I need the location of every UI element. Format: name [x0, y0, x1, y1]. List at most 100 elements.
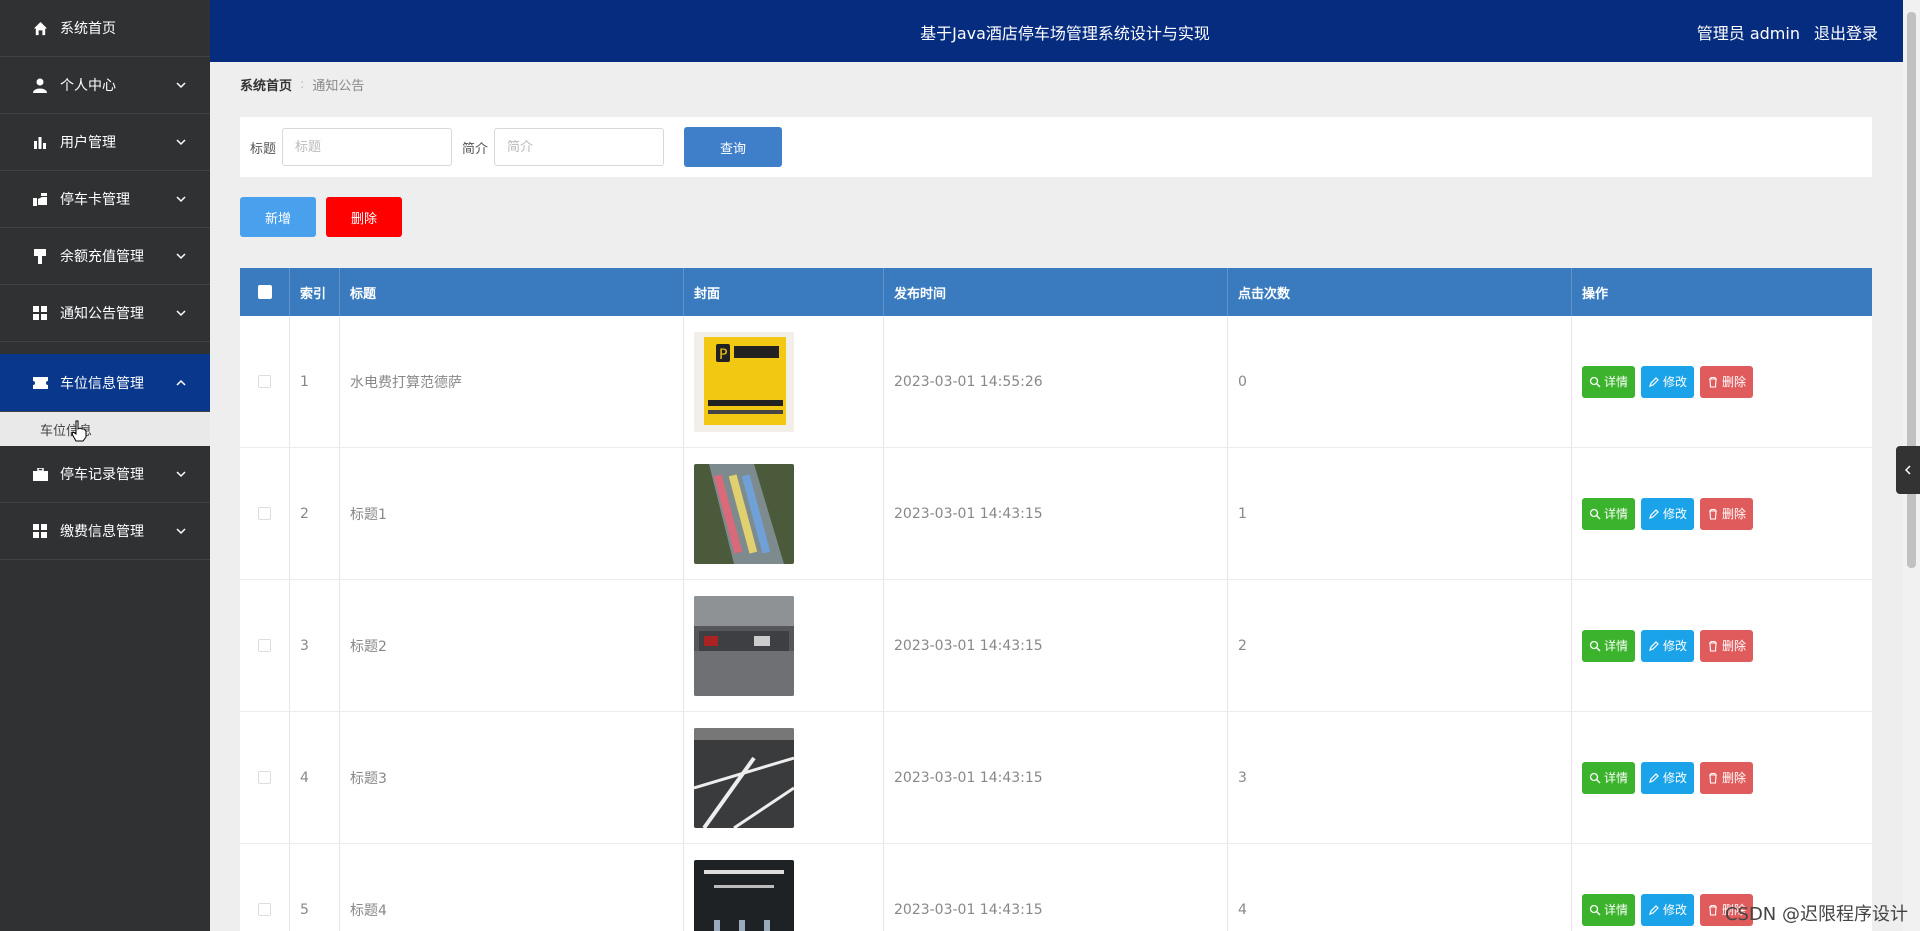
row-clicks: 3 [1228, 712, 1572, 843]
pencil-icon [1649, 772, 1659, 783]
pencil-icon [1649, 508, 1659, 519]
trash-icon [1709, 376, 1718, 388]
row-time: 2023-03-01 14:55:26 [884, 316, 1228, 447]
select-all-checkbox[interactable] [257, 285, 272, 299]
row-time: 2023-03-01 14:43:15 [884, 580, 1228, 711]
row-index: 4 [290, 712, 340, 843]
chevron-up-icon [176, 379, 186, 386]
header-cover: 封面 [684, 268, 884, 316]
row-title: 水电费打算范德萨 [340, 316, 684, 447]
detail-button[interactable]: 详情 [1582, 365, 1636, 398]
search-icon [1589, 904, 1601, 915]
bar-chart-icon [32, 134, 48, 150]
search-icon [1589, 772, 1601, 783]
cover-image [694, 595, 794, 696]
chevron-down-icon [176, 82, 186, 89]
add-button[interactable]: 新增 [240, 197, 316, 237]
delete-button[interactable]: 删除 [1700, 497, 1754, 530]
chevron-down-icon [176, 253, 186, 260]
user-label: 管理员 admin [1696, 24, 1800, 43]
sidebar-item-label: 车位信息管理 [60, 375, 144, 392]
edit-label: 修改 [1663, 507, 1688, 521]
row-time: 2023-03-01 14:43:15 [884, 448, 1228, 579]
edit-button[interactable]: 修改 [1641, 761, 1695, 794]
row-index: 3 [290, 580, 340, 711]
row-clicks: 2 [1228, 580, 1572, 711]
sidebar-item-users[interactable]: 用户管理 [0, 114, 210, 171]
row-checkbox[interactable] [258, 375, 271, 388]
row-title: 标题2 [340, 580, 684, 711]
table-row: 5 标题4 2023-03-01 14:43:15 4 详情 修改 删除 [240, 844, 1872, 931]
sidebar-item-payment[interactable]: 缴费信息管理 [0, 503, 210, 560]
title-input[interactable] [282, 128, 453, 166]
delete-button[interactable]: 删除 [1700, 365, 1754, 398]
sidebar-item-notice[interactable]: 通知公告管理 [0, 285, 210, 342]
chevron-down-icon [176, 528, 186, 535]
sidebar-item-spot-info[interactable]: 车位信息管理 [0, 354, 210, 412]
sidebar-item-parking-card[interactable]: 停车卡管理 [0, 171, 210, 228]
delete-label: 删除 [1722, 507, 1747, 521]
cover-image [694, 859, 794, 931]
delete-label: 删除 [1722, 639, 1747, 653]
chevron-down-icon [176, 310, 186, 317]
detail-label: 详情 [1604, 507, 1629, 521]
search-icon [1589, 508, 1601, 519]
sidebar-item-label: 余额充值管理 [60, 249, 144, 265]
edit-button[interactable]: 修改 [1641, 629, 1695, 662]
sidebar-item-label: 通知公告管理 [60, 306, 144, 322]
sidebar-item-personal[interactable]: 个人中心 [0, 57, 210, 114]
detail-label: 详情 [1604, 639, 1629, 653]
sidebar-item-label: 系统首页 [60, 21, 116, 37]
edit-button[interactable]: 修改 [1641, 497, 1695, 530]
logout-link[interactable]: 退出登录 [1814, 20, 1878, 44]
hand-cursor-icon [71, 420, 87, 442]
detail-button[interactable]: 详情 [1582, 629, 1636, 662]
trash-icon [1709, 640, 1718, 652]
notice-table: 索引 标题 封面 发布时间 点击次数 操作 1 水电费打算范德萨 P 2023-… [240, 268, 1872, 931]
sidebar-item-parking-record[interactable]: 停车记录管理 [0, 446, 210, 503]
breadcrumb-current: 通知公告 [312, 79, 365, 94]
sidebar-item-home[interactable]: 系统首页 [0, 0, 210, 57]
detail-button[interactable]: 详情 [1582, 893, 1636, 926]
row-clicks: 4 [1228, 844, 1572, 931]
intro-label: 简介 [462, 141, 489, 157]
cover-image [694, 463, 794, 564]
header-actions: 操作 [1582, 286, 1609, 302]
cover-image [694, 727, 794, 828]
row-checkbox[interactable] [258, 639, 271, 652]
collapse-toggle-button[interactable] [1896, 446, 1920, 494]
trash-icon [1709, 508, 1718, 520]
delete-button[interactable]: 删除 [1700, 761, 1754, 794]
header-index: 索引 [290, 268, 340, 316]
row-checkbox[interactable] [258, 771, 271, 784]
edit-button[interactable]: 修改 [1641, 893, 1695, 926]
row-checkbox[interactable] [258, 507, 271, 520]
sidebar-item-recharge[interactable]: 余额充值管理 [0, 228, 210, 285]
app-title: 基于Java酒店停车场管理系统设计与实现 [920, 24, 1210, 43]
intro-input[interactable] [494, 128, 665, 166]
detail-button[interactable]: 详情 [1582, 497, 1636, 530]
table-header: 索引 标题 封面 发布时间 点击次数 操作 [240, 268, 1872, 316]
row-time: 2023-03-01 14:43:15 [884, 712, 1228, 843]
sidebar: 系统首页 个人中心 用户管理 停车卡管理 余额充值管理 通知公告管理 车位信息管… [0, 0, 210, 931]
sidebar-subitem-spot-info[interactable]: 车位信息 [0, 412, 210, 446]
sidebar-item-label: 缴费信息管理 [60, 524, 144, 540]
edit-label: 修改 [1663, 639, 1688, 653]
chevron-down-icon [176, 196, 186, 203]
select-all-cell [240, 268, 290, 316]
breadcrumb-home[interactable]: 系统首页 [240, 75, 292, 94]
delete-label: 删除 [1722, 771, 1747, 785]
delete-label: 删除 [1722, 375, 1747, 389]
row-checkbox[interactable] [258, 903, 271, 916]
edit-button[interactable]: 修改 [1641, 365, 1695, 398]
person-icon [32, 77, 48, 93]
delete-button[interactable]: 删除 [1700, 629, 1754, 662]
svg-text:P: P [719, 347, 727, 363]
row-title: 标题1 [340, 448, 684, 579]
pencil-icon [1649, 904, 1659, 915]
detail-button[interactable]: 详情 [1582, 761, 1636, 794]
row-title: 标题3 [340, 712, 684, 843]
batch-delete-button[interactable]: 删除 [326, 197, 402, 237]
query-button[interactable]: 查询 [684, 127, 783, 167]
edit-label: 修改 [1663, 375, 1688, 389]
